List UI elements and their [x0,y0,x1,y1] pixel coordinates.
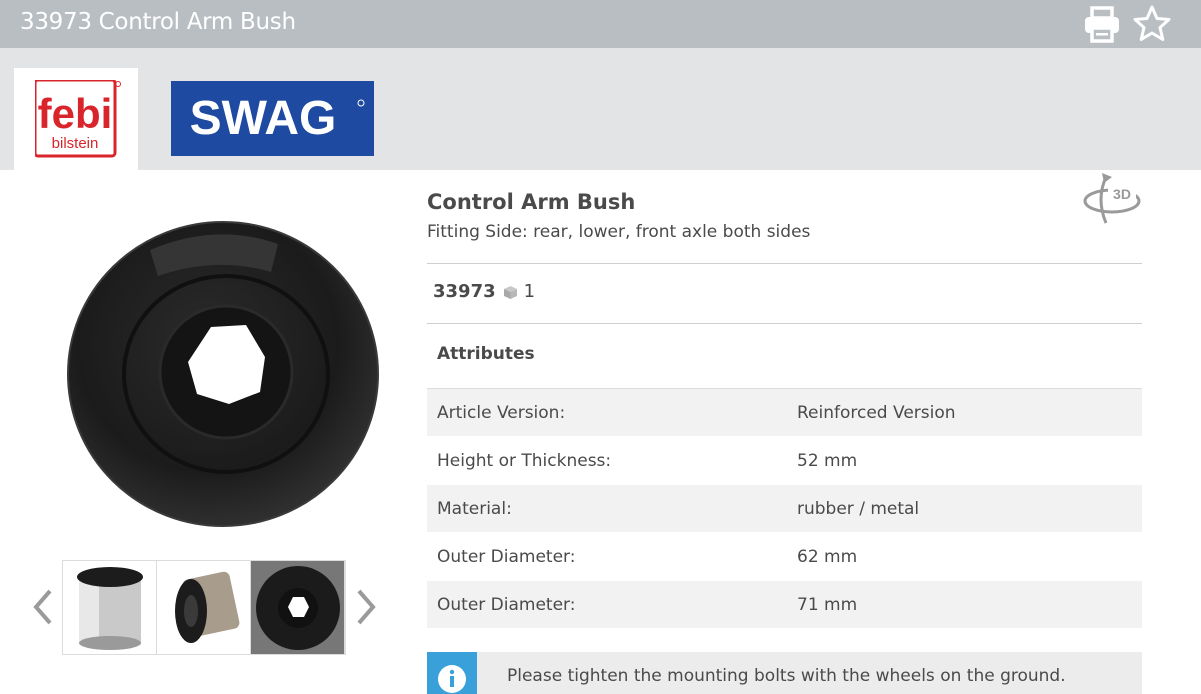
product-image[interactable] [66,214,380,534]
gallery-prev-arrow[interactable] [30,587,58,627]
package-quantity: 1 [523,281,536,302]
attribute-key: Outer Diameter: [437,546,576,567]
attributes-heading: Attributes [437,344,535,364]
gallery-next-arrow[interactable] [351,587,379,627]
attributes-table: Article Version: Reinforced Version Heig… [427,388,1142,629]
title-bar: 33973 Control Arm Bush [0,0,1201,48]
attribute-value: rubber / metal [797,498,920,519]
attribute-value: 62 mm [797,546,858,567]
bilstein-logo-text: bilstein [52,135,99,152]
febi-logo-text: febi [38,90,113,137]
attribute-row: Outer Diameter: 71 mm [427,581,1142,629]
swag-logo[interactable]: SWAG [171,81,374,156]
brand-bar: febi bilstein SWAG [0,48,1201,170]
divider [427,323,1142,324]
package-cube-icon [503,284,518,299]
thumbnail-3-active[interactable] [251,561,345,654]
attribute-row: Height or Thickness: 52 mm [427,437,1142,485]
info-icon [427,652,477,694]
swag-logo-text: SWAG [190,92,337,145]
svg-text:3D: 3D [1113,186,1131,202]
attribute-value: Reinforced Version [797,402,956,423]
febi-logo: febi bilstein [33,78,121,162]
attribute-key: Article Version: [437,402,566,423]
attribute-key: Height or Thickness: [437,450,612,471]
attribute-value: 52 mm [797,450,858,471]
brand-tab-febi[interactable]: febi bilstein [14,68,138,170]
product-info: Control Arm Bush Fitting Side: rear, low… [427,186,1142,244]
article-line: 33973 1 [433,281,535,302]
product-name: Control Arm Bush [427,190,636,214]
attribute-key: Outer Diameter: [437,594,576,615]
thumbnail-2[interactable] [157,561,251,654]
attribute-row: Article Version: Reinforced Version [427,389,1142,437]
fitting-side: Fitting Side: rear, lower, front axle bo… [427,222,811,242]
star-icon[interactable] [1132,4,1172,44]
attribute-value: 71 mm [797,594,858,615]
attribute-key: Material: [437,498,512,519]
divider [427,263,1142,264]
3d-rotate-icon[interactable]: 3D [1082,171,1142,231]
article-number: 33973 [433,281,496,302]
attribute-row: Material: rubber / metal [427,485,1142,533]
info-notice: Please tighten the mounting bolts with t… [427,652,1142,694]
page-title: 33973 Control Arm Bush [20,9,296,35]
thumbnail-1[interactable] [63,561,157,654]
print-icon[interactable] [1082,4,1122,44]
attribute-row: Outer Diameter: 62 mm [427,533,1142,581]
notice-text: Please tighten the mounting bolts with t… [507,666,1066,686]
thumbnail-strip [62,560,346,655]
